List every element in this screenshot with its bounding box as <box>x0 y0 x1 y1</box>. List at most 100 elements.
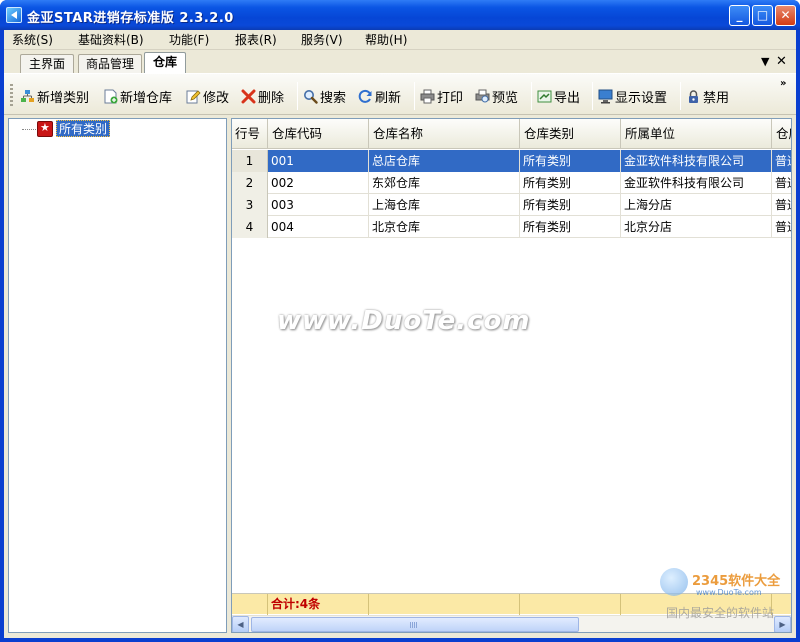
warehouse-category-cell[interactable]: 所有类别 <box>520 172 621 194</box>
total-count-label: 合计:4条 <box>268 594 369 615</box>
minimize-button[interactable]: _ <box>729 5 750 26</box>
tab-close-icon[interactable]: ✕ <box>776 54 787 69</box>
lock-icon <box>686 89 701 104</box>
disable-button[interactable]: 禁用 <box>686 86 729 106</box>
menu-bar: 系统(S) 基础资料(B) 功能(F) 报表(R) 服务(V) 帮助(H) <box>4 30 796 50</box>
toolbar-grip[interactable] <box>10 84 13 108</box>
toolbar-separator <box>297 82 298 110</box>
add-category-label: 新增类别 <box>37 90 90 106</box>
warehouse-name-cell[interactable]: 总店仓库 <box>369 150 520 172</box>
tab-dropdown-icon[interactable]: ▼ <box>761 55 769 68</box>
menu-reports[interactable]: 报表(R) <box>233 32 279 48</box>
tab-main[interactable]: 主界面 <box>20 54 74 73</box>
toolbar-separator <box>680 82 681 110</box>
search-label: 搜索 <box>320 90 347 106</box>
warehouse-type-cell[interactable]: 普通 <box>772 172 791 194</box>
tab-product-management[interactable]: 商品管理 <box>78 54 142 73</box>
add-warehouse-label: 新增仓库 <box>120 90 173 106</box>
warehouse-code-cell[interactable]: 004 <box>268 216 369 238</box>
row-number-cell: 4 <box>232 216 268 238</box>
maximize-button[interactable]: □ <box>752 5 773 26</box>
warehouse-name-cell[interactable]: 北京仓库 <box>369 216 520 238</box>
warehouse-code-cell[interactable]: 001 <box>268 150 369 172</box>
new-document-icon <box>103 89 118 104</box>
print-button[interactable]: 打印 <box>420 86 463 106</box>
toolbar-overflow-icon[interactable]: » <box>780 78 786 89</box>
owning-unit-cell[interactable]: 上海分店 <box>621 194 772 216</box>
menu-functions[interactable]: 功能(F) <box>167 32 211 48</box>
refresh-label: 刷新 <box>375 90 402 106</box>
warehouse-code-cell[interactable]: 002 <box>268 172 369 194</box>
tab-strip: 主界面 商品管理 仓库 ▼ ✕ <box>4 51 796 73</box>
row-number-cell: 2 <box>232 172 268 194</box>
export-label: 导出 <box>554 90 581 106</box>
add-warehouse-button[interactable]: 新增仓库 <box>103 86 172 106</box>
export-button[interactable]: 导出 <box>537 86 580 106</box>
warehouse-category-cell[interactable]: 所有类别 <box>520 150 621 172</box>
warehouse-grid: 行号 仓库代码 仓库名称 仓库类别 所属单位 仓库 1 001 总店仓库 所有类… <box>231 118 792 633</box>
column-header-warehouse-name[interactable]: 仓库名称 <box>369 119 520 149</box>
disable-label: 禁用 <box>703 90 730 106</box>
warehouse-type-cell[interactable]: 普通 <box>772 150 791 172</box>
footer-cell <box>520 594 621 615</box>
category-tree[interactable]: 所有类别 <box>8 118 227 633</box>
menu-system[interactable]: 系统(S) <box>10 32 55 48</box>
row-number-cell: 3 <box>232 194 268 216</box>
grid-header: 行号 仓库代码 仓库名称 仓库类别 所属单位 仓库 <box>232 119 791 149</box>
logo-mascot-icon <box>660 568 688 596</box>
export-icon <box>537 89 552 104</box>
menu-basic-data[interactable]: 基础资料(B) <box>76 32 146 48</box>
search-icon <box>303 89 318 104</box>
monitor-icon <box>598 89 613 104</box>
menu-help[interactable]: 帮助(H) <box>363 32 409 48</box>
warehouse-type-cell[interactable]: 普通 <box>772 194 791 216</box>
owning-unit-cell[interactable]: 金亚软件科技有限公司 <box>621 150 772 172</box>
table-row[interactable]: 1 001 总店仓库 所有类别 金亚软件科技有限公司 普通 <box>232 150 791 172</box>
delete-button[interactable]: 删除 <box>241 86 284 106</box>
app-window: 金亚STAR进销存标准版 2.3.2.0 _ □ ✕ 系统(S) 基础资料(B)… <box>0 0 800 642</box>
refresh-icon <box>358 89 373 104</box>
column-header-warehouse-code[interactable]: 仓库代码 <box>268 119 369 149</box>
column-header-warehouse-type[interactable]: 仓库 <box>772 119 791 149</box>
logo-url: www.DuoTe.com <box>696 588 762 597</box>
column-header-warehouse-category[interactable]: 仓库类别 <box>520 119 621 149</box>
owning-unit-cell[interactable]: 北京分店 <box>621 216 772 238</box>
table-row[interactable]: 3 003 上海仓库 所有类别 上海分店 普通 <box>232 194 791 216</box>
warehouse-name-cell[interactable]: 上海仓库 <box>369 194 520 216</box>
warehouse-code-cell[interactable]: 003 <box>268 194 369 216</box>
menu-service[interactable]: 服务(V) <box>299 32 345 48</box>
category-tree-icon <box>20 89 35 104</box>
preview-label: 预览 <box>492 90 519 106</box>
printer-icon <box>420 89 435 104</box>
edit-button[interactable]: 修改 <box>186 86 229 106</box>
warehouse-category-cell[interactable]: 所有类别 <box>520 216 621 238</box>
preview-button[interactable]: 预览 <box>475 86 518 106</box>
app-icon <box>6 7 22 23</box>
delete-label: 删除 <box>258 90 285 106</box>
title-bar[interactable]: 金亚STAR进销存标准版 2.3.2.0 _ □ ✕ <box>0 0 800 30</box>
refresh-button[interactable]: 刷新 <box>358 86 401 106</box>
toolbar: 新增类别 新增仓库 修改 删除 搜索 刷新 打印 预览 导出 显示设置 禁用 » <box>4 73 796 115</box>
warehouse-type-cell[interactable]: 普通 <box>772 216 791 238</box>
warehouse-name-cell[interactable]: 东郊仓库 <box>369 172 520 194</box>
footer-cell <box>369 594 520 615</box>
scroll-left-icon[interactable]: ◀ <box>232 616 249 632</box>
owning-unit-cell[interactable]: 金亚软件科技有限公司 <box>621 172 772 194</box>
column-header-row-number[interactable]: 行号 <box>232 119 268 149</box>
corner-logo: 2345软件大全 www.DuoTe.com 国内最安全的软件站 <box>656 562 800 622</box>
warehouse-category-cell[interactable]: 所有类别 <box>520 194 621 216</box>
column-header-owning-unit[interactable]: 所属单位 <box>621 119 772 149</box>
display-settings-button[interactable]: 显示设置 <box>598 86 667 106</box>
window-title: 金亚STAR进销存标准版 2.3.2.0 <box>27 11 234 26</box>
tree-connector <box>22 129 36 130</box>
footer-spacer <box>232 594 268 615</box>
tree-node-all-categories[interactable]: 所有类别 <box>56 120 111 137</box>
print-label: 打印 <box>437 90 464 106</box>
search-button[interactable]: 搜索 <box>303 86 346 106</box>
table-row[interactable]: 4 004 北京仓库 所有类别 北京分店 普通 <box>232 216 791 238</box>
add-category-button[interactable]: 新增类别 <box>20 86 89 106</box>
scrollbar-thumb[interactable] <box>251 617 579 632</box>
tab-warehouse[interactable]: 仓库 <box>144 52 186 73</box>
table-row[interactable]: 2 002 东郊仓库 所有类别 金亚软件科技有限公司 普通 <box>232 172 791 194</box>
close-window-button[interactable]: ✕ <box>775 5 796 26</box>
